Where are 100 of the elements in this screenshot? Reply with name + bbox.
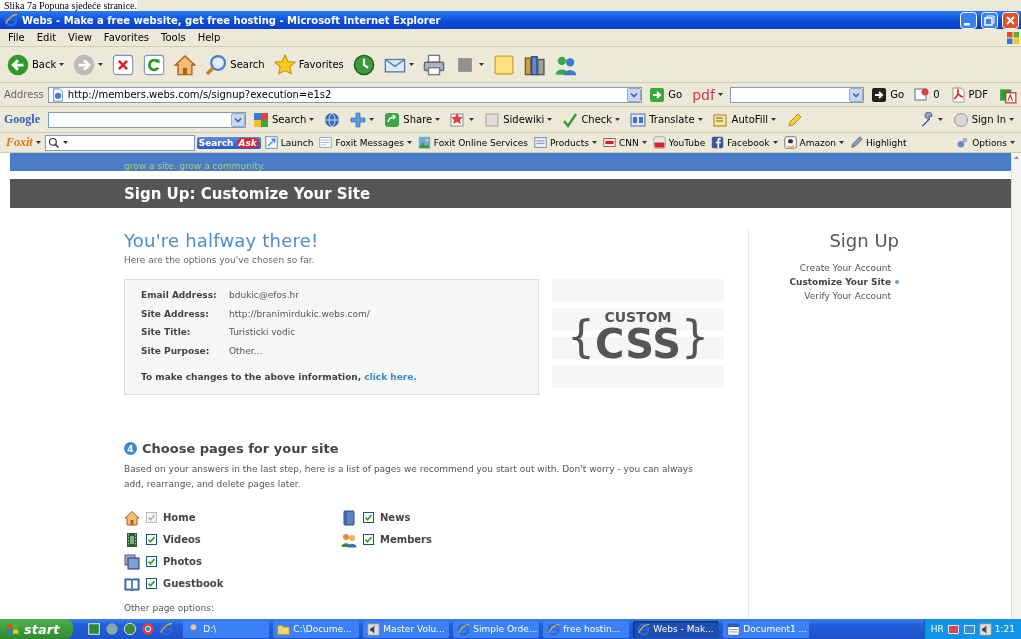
caret-icon — [641, 141, 647, 144]
address-label: Address — [4, 89, 44, 100]
toolbar-button[interactable]: Sidewiki — [481, 110, 556, 129]
toolbar-button[interactable]: Products — [532, 135, 599, 150]
go-button[interactable]: Go — [868, 85, 908, 104]
share-icon — [384, 111, 401, 128]
pdf-button[interactable]: PDF — [946, 85, 991, 104]
toolbar-button[interactable]: Share — [381, 110, 444, 129]
toolbar-button[interactable]: Facebook — [709, 135, 780, 150]
section-description: Based on your answers in the last step, here is a list of pages we recommend you start out with. Don't worry - you can always add, rearrange, and delete pages later. — [124, 463, 694, 491]
field-value: Other... — [229, 345, 264, 358]
pdf-menu-button[interactable]: pdf — [689, 85, 726, 104]
forward-icon — [73, 53, 96, 76]
menu-item[interactable]: Help — [191, 32, 227, 43]
toolbar-button[interactable]: CNN — [600, 135, 649, 150]
toolbar-button[interactable]: AutoFill — [709, 110, 780, 129]
books-icon — [523, 53, 546, 76]
toolbar-button[interactable]: Search — [202, 52, 268, 77]
heading: You're halfway there! — [124, 230, 319, 251]
tagline: grow a site. grow a community. — [124, 161, 265, 171]
caret-icon — [1010, 141, 1015, 144]
minimize-button[interactable] — [960, 11, 977, 29]
highlighter-icon — [786, 111, 803, 128]
change-note: To make changes to the above information, click here. — [141, 372, 418, 385]
search-icon — [205, 53, 228, 76]
windows-logo-icon — [1005, 29, 1021, 46]
sign-in-button[interactable]: Sign In — [949, 110, 1017, 129]
highlighter-icon — [849, 136, 863, 149]
toolbar-button[interactable]: Highlight — [847, 135, 909, 150]
taskbar-button[interactable]: Webs - Mak... — [633, 620, 720, 638]
toolbar-button[interactable]: Check — [559, 110, 624, 129]
open-book-icon — [124, 575, 140, 592]
other-options-label: Other page options: — [124, 603, 214, 613]
step-link[interactable]: Create Your Account — [799, 261, 899, 275]
taskbar-button[interactable]: D:\ — [183, 620, 270, 638]
toolbar-button[interactable]: Favorites — [270, 52, 347, 77]
toolbar-button[interactable]: Search — [250, 110, 318, 129]
address-field[interactable]: http://members.webs.com/s/signup?execution=e1s2 — [47, 86, 643, 103]
go-button[interactable]: Go — [646, 85, 686, 104]
document-caption: Slika 7a Popuna sjedeće stranice. — [0, 0, 137, 11]
sidewiki-icon — [484, 111, 501, 128]
caret-icon — [469, 118, 475, 121]
toolbar-button[interactable]: YouTube — [650, 135, 708, 150]
toolbar-button[interactable]: Foxit Online Services — [415, 135, 530, 150]
step-link[interactable]: Customize Your Site — [789, 275, 899, 289]
search-button[interactable]: Search Ask — [196, 136, 261, 149]
refresh-icon — [143, 53, 166, 76]
pdf-icon — [949, 86, 966, 103]
menu-item[interactable]: View — [62, 32, 98, 43]
taskbar-button[interactable]: free hostin... — [543, 620, 630, 638]
browser-icon[interactable] — [159, 622, 174, 636]
page-label: News — [380, 512, 411, 523]
toolbar-button[interactable]: Launch — [262, 135, 316, 150]
pdf-search-field[interactable] — [729, 86, 865, 103]
window-title: Webs - Make a free website, get free hosting - Microsoft Internet Explorer — [22, 14, 442, 26]
app-square-icon[interactable] — [87, 622, 102, 636]
scrollbar[interactable] — [1011, 153, 1021, 619]
taskbar-button[interactable]: Master Volu... — [363, 620, 450, 638]
checkbox[interactable] — [146, 534, 157, 545]
section-title: Choose pages for your site — [142, 441, 339, 456]
catalog-icon — [534, 136, 547, 149]
toolbar-button[interactable]: Translate — [627, 110, 706, 129]
checkbox[interactable] — [363, 534, 374, 545]
step-link[interactable]: Verify Your Account — [804, 289, 899, 303]
caret-icon — [771, 118, 777, 121]
taskbar-button[interactable]: Simple Orde... — [453, 620, 540, 638]
menu-item[interactable]: Favorites — [97, 32, 155, 43]
news-logo-icon — [602, 136, 616, 149]
checkbox[interactable] — [363, 512, 374, 523]
foxit-search-field[interactable] — [44, 134, 195, 151]
menu-item[interactable]: File — [2, 32, 31, 43]
checkbox[interactable] — [146, 556, 157, 567]
checkbox[interactable] — [146, 578, 157, 589]
magnifier-icon — [47, 136, 60, 149]
clock: 1:21 — [994, 624, 1015, 634]
counter-button[interactable]: 0 — [911, 85, 943, 104]
note-icon — [492, 53, 515, 76]
toolbar-button[interactable]: Back — [4, 52, 68, 77]
house-icon — [124, 509, 140, 526]
close-button[interactable] — [1002, 11, 1019, 29]
caret-icon — [35, 141, 41, 144]
menu-item[interactable]: Tools — [155, 32, 192, 43]
google-search-field[interactable] — [48, 111, 246, 128]
toolbar-button[interactable]: Foxit Messages — [317, 135, 414, 150]
browser-icon — [637, 622, 651, 636]
people-icon — [341, 531, 357, 548]
taskbar-button[interactable]: C:\Docume... — [273, 620, 360, 638]
menu-item[interactable]: Edit — [30, 32, 63, 43]
browser-icon[interactable] — [141, 622, 156, 636]
caret-icon — [591, 141, 597, 144]
caret-icon — [98, 63, 104, 66]
caret-icon — [547, 118, 553, 121]
options-button[interactable]: Options — [954, 135, 1017, 150]
speaker-icon — [978, 622, 992, 636]
restore-button[interactable] — [981, 11, 998, 29]
language-indicator: HR — [930, 624, 944, 634]
taskbar-button[interactable]: Document1 ... — [723, 620, 810, 638]
toolbar-button[interactable]: Amazon — [781, 135, 846, 150]
field-label: Site Title: — [141, 327, 192, 340]
windows-logo-icon — [6, 622, 20, 636]
